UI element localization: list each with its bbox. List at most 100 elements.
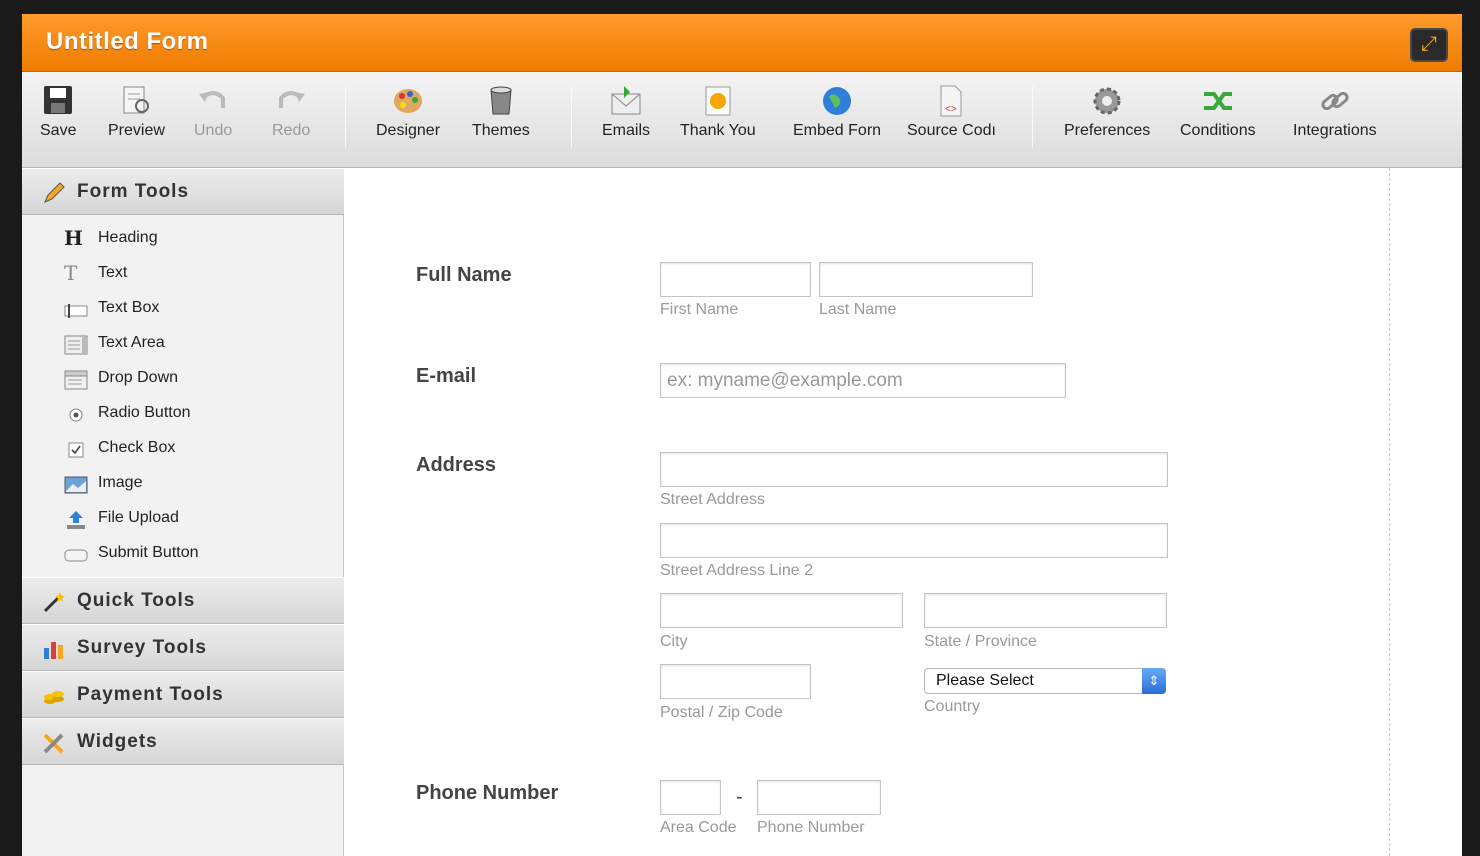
quick-tools-header[interactable]: Quick Tools: [22, 577, 344, 624]
undo-button[interactable]: Undo: [194, 84, 232, 140]
textbox-icon: [64, 304, 88, 318]
widgets-label: Widgets: [77, 731, 158, 752]
city-field[interactable]: [660, 593, 903, 628]
widgets-header[interactable]: Widgets: [22, 718, 344, 765]
toolbar: Save Preview Undo Redo Designer Themes E…: [22, 72, 1462, 168]
redo-icon: [279, 91, 306, 108]
last-name-input[interactable]: [820, 263, 1032, 296]
first-name-input[interactable]: [661, 263, 810, 296]
page-boundary: [1389, 168, 1390, 856]
email-icon: [611, 86, 641, 115]
designer-button[interactable]: Designer: [376, 84, 440, 140]
preferences-button[interactable]: Preferences: [1064, 84, 1150, 140]
city-sublabel: City: [660, 633, 688, 650]
street-address-input[interactable]: [661, 453, 1167, 486]
shuffle-icon: [1203, 92, 1232, 110]
street-address-2-input[interactable]: [661, 524, 1167, 557]
toolbar-separator: [345, 86, 346, 148]
quick-tools-label: Quick Tools: [77, 590, 196, 611]
themes-button[interactable]: Themes: [472, 84, 530, 140]
email-label: E-mail: [416, 365, 477, 387]
source-code-button[interactable]: <> Source Codı: [907, 84, 996, 140]
save-button[interactable]: Save: [40, 84, 76, 140]
email-input[interactable]: [661, 364, 1065, 397]
form-tools-label: Form Tools: [77, 181, 190, 202]
conditions-button[interactable]: Conditions: [1180, 84, 1256, 140]
state-input[interactable]: [925, 594, 1166, 627]
first-name-field[interactable]: [660, 262, 811, 297]
state-field[interactable]: [924, 593, 1167, 628]
integrations-button[interactable]: Integrations: [1293, 84, 1377, 140]
area-code-sublabel: Area Code: [660, 819, 737, 836]
street-address-2-field[interactable]: [660, 523, 1168, 558]
country-select[interactable]: Please Select ⇕: [924, 668, 1166, 694]
themes-label: Themes: [472, 122, 530, 139]
payment-tools-label: Payment Tools: [77, 684, 224, 705]
tools-sidebar: Form Tools H Heading T Text Text Box Tex…: [22, 168, 344, 856]
dropdown-icon: [64, 370, 88, 390]
title-bar: Untitled Form ⤢: [22, 14, 1462, 72]
textarea-icon: [64, 335, 88, 355]
thank-you-label: Thank You: [680, 122, 756, 139]
preview-button[interactable]: Preview: [108, 84, 165, 140]
redo-button[interactable]: Redo: [272, 84, 310, 140]
form-tools-header[interactable]: Form Tools: [22, 168, 344, 215]
magic-wand-icon: [43, 592, 65, 613]
postal-code-input[interactable]: [661, 665, 810, 698]
postal-code-field[interactable]: [660, 664, 811, 699]
button-icon: [64, 549, 88, 562]
embed-form-label: Embed Forn: [793, 122, 882, 139]
palette-icon: [394, 89, 423, 113]
paint-bucket-icon: [490, 86, 512, 115]
city-input[interactable]: [661, 594, 902, 627]
form-canvas: Full Name First Name Last Name E-mail Ad…: [345, 168, 1462, 856]
preview-icon: [123, 86, 150, 114]
conditions-label: Conditions: [1180, 122, 1256, 139]
expand-icon[interactable]: ⤢: [1410, 28, 1448, 62]
country-sublabel: Country: [924, 698, 981, 715]
form-title[interactable]: Untitled Form: [46, 28, 209, 56]
payment-tools-header[interactable]: Payment Tools: [22, 671, 344, 718]
undo-label: Undo: [194, 122, 233, 139]
last-name-field[interactable]: [819, 262, 1033, 297]
image-icon: [64, 476, 88, 494]
street-address-sublabel: Street Address: [660, 491, 765, 508]
address-label: Address: [416, 454, 497, 476]
form-builder-window: Untitled Form ⤢ Save Preview Undo Redo D…: [22, 14, 1462, 856]
area-code-field[interactable]: [660, 780, 721, 815]
checkbox-icon: [68, 442, 84, 458]
thank-you-button[interactable]: Thank You: [680, 84, 756, 140]
phone-number-input[interactable]: [758, 781, 880, 814]
tool-label: Radio Button: [98, 404, 191, 421]
full-name-label: Full Name: [416, 264, 512, 286]
bar-chart-icon: [44, 642, 63, 659]
undo-icon: [199, 91, 226, 108]
chevron-up-down-icon: ⇕: [1142, 668, 1166, 694]
embed-form-button[interactable]: Embed Forn: [793, 84, 881, 140]
integrations-label: Integrations: [1293, 122, 1377, 139]
country-select-value: Please Select: [936, 672, 1034, 689]
tool-label: Text Area: [98, 334, 165, 351]
heading-icon: H: [64, 226, 83, 250]
tool-label: Check Box: [98, 439, 176, 456]
redo-label: Redo: [272, 122, 311, 139]
thank-you-icon: [705, 86, 731, 116]
street-address-field[interactable]: [660, 452, 1168, 487]
radio-icon: [69, 408, 83, 422]
upload-icon: [67, 511, 85, 529]
preferences-label: Preferences: [1064, 122, 1151, 139]
state-sublabel: State / Province: [924, 633, 1037, 650]
coins-icon: [44, 691, 64, 704]
survey-tools-header[interactable]: Survey Tools: [22, 624, 344, 671]
emails-button[interactable]: Emails: [602, 84, 650, 140]
source-code-icon: <>: [940, 85, 962, 117]
tool-label: File Upload: [98, 509, 179, 526]
area-code-input[interactable]: [661, 781, 720, 814]
email-field[interactable]: [660, 363, 1066, 398]
first-name-sublabel: First Name: [660, 301, 739, 318]
phone-number-field[interactable]: [757, 780, 881, 815]
designer-label: Designer: [376, 122, 441, 139]
tool-label: Text: [98, 264, 128, 281]
save-icon: [44, 86, 73, 114]
preview-label: Preview: [108, 122, 165, 139]
